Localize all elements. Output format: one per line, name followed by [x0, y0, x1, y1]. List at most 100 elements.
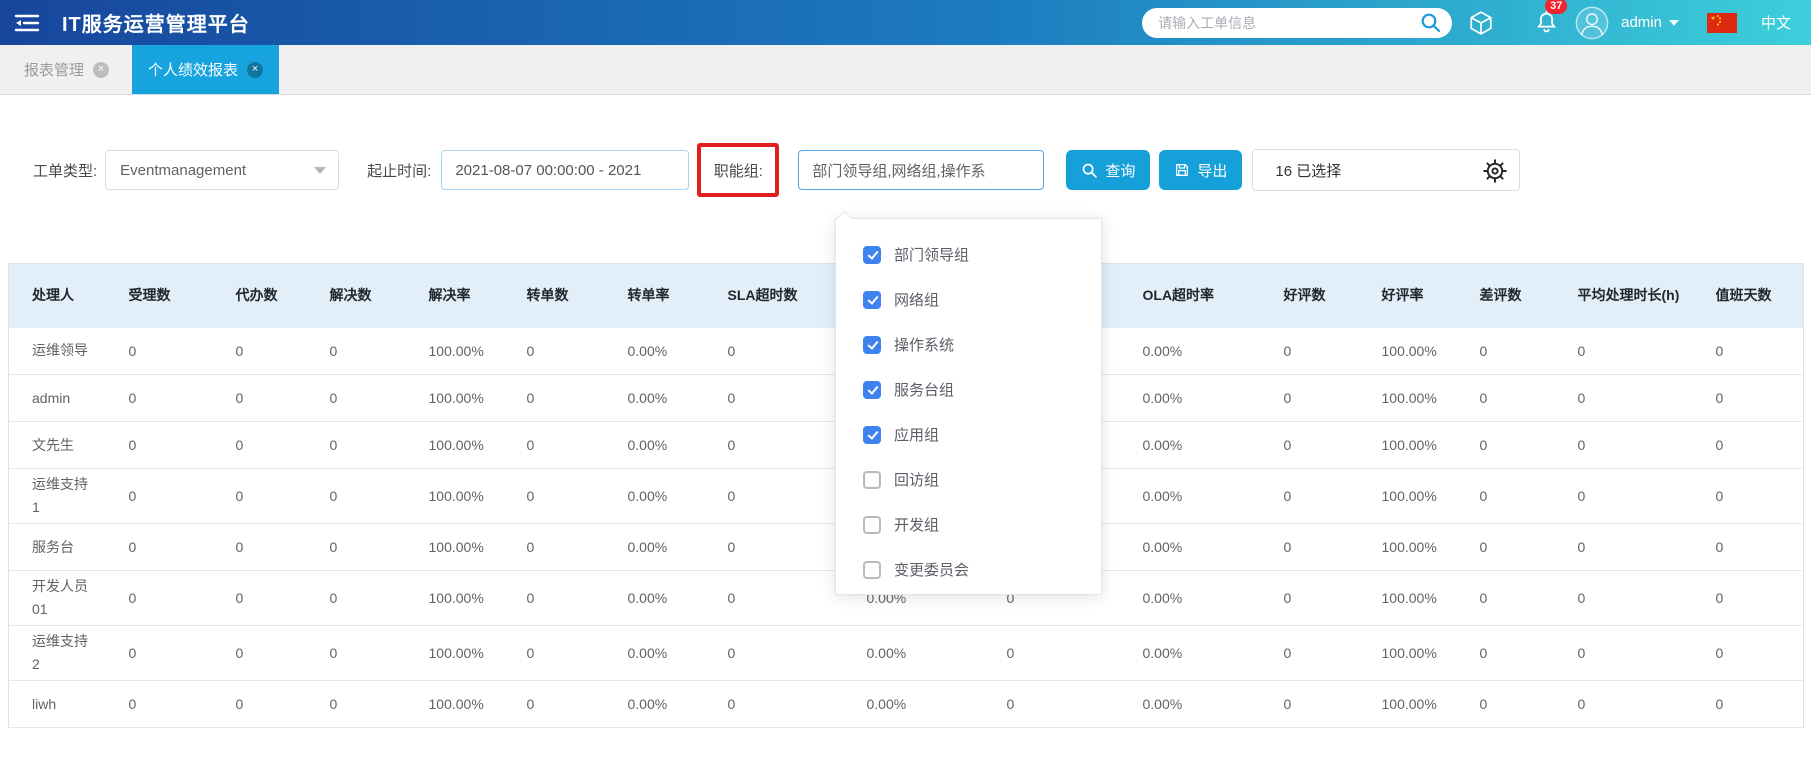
value-cell: 0 [1555, 524, 1693, 571]
value-cell: 0 [504, 626, 605, 681]
value-cell: 0.00% [844, 626, 984, 681]
value-cell: 0.00% [1120, 328, 1261, 375]
value-cell: 0 [705, 469, 844, 524]
language-switcher[interactable]: 中文 [1761, 12, 1791, 33]
value-cell: 0 [504, 681, 605, 728]
dropdown-option[interactable]: 开发组 [836, 502, 1101, 547]
value-cell: 0 [106, 422, 213, 469]
query-button[interactable]: 查询 [1066, 150, 1150, 190]
collapse-menu-icon[interactable] [14, 12, 40, 34]
value-cell: 0 [1457, 524, 1555, 571]
tab-personal-performance-report[interactable]: 个人绩效报表 × [132, 45, 279, 94]
value-cell: 0 [705, 571, 844, 626]
value-cell: 0 [1555, 422, 1693, 469]
app-title: IT服务运营管理平台 [62, 8, 250, 37]
value-cell: 0 [1261, 626, 1359, 681]
dropdown-option[interactable]: 应用组 [836, 412, 1101, 457]
checkbox-checked-icon[interactable] [863, 246, 881, 264]
column-header: 解决数 [307, 264, 406, 328]
value-cell: 0 [1457, 681, 1555, 728]
value-cell: 0 [705, 626, 844, 681]
export-button[interactable]: 导出 [1159, 150, 1242, 190]
value-cell: 100.00% [406, 681, 504, 728]
value-cell: 0 [307, 681, 406, 728]
checkbox-unchecked-icon[interactable] [863, 516, 881, 534]
checkbox-unchecked-icon[interactable] [863, 471, 881, 489]
dropdown-option[interactable]: 部门领导组 [836, 232, 1101, 277]
value-cell: 0 [1693, 626, 1804, 681]
dropdown-option[interactable]: 服务台组 [836, 367, 1101, 412]
dropdown-option[interactable]: 操作系统 [836, 322, 1101, 367]
tab-report-management[interactable]: 报表管理 × [8, 45, 125, 94]
date-range-label: 起止时间: [367, 160, 431, 181]
value-cell: 0 [1555, 469, 1693, 524]
value-cell: 0 [705, 375, 844, 422]
search-input[interactable] [1156, 14, 1408, 32]
value-cell: 0 [1457, 571, 1555, 626]
value-cell: 0 [984, 681, 1120, 728]
handler-name-cell: liwh [9, 681, 106, 728]
close-tab-icon[interactable]: × [93, 62, 109, 78]
checkbox-checked-icon[interactable] [863, 336, 881, 354]
search-icon[interactable] [1419, 11, 1443, 40]
dropdown-option-label: 变更委员会 [894, 559, 969, 580]
checkbox-checked-icon[interactable] [863, 426, 881, 444]
value-cell: 0 [705, 422, 844, 469]
value-cell: 0 [705, 681, 844, 728]
column-header: OLA超时率 [1120, 264, 1261, 328]
avatar-icon[interactable] [1575, 6, 1609, 40]
table-row: liwh000100.00%00.00%00.00%00.00%0100.00%… [9, 681, 1804, 728]
value-cell: 0 [1457, 375, 1555, 422]
value-cell: 100.00% [1359, 524, 1457, 571]
value-cell: 0 [705, 328, 844, 375]
checkbox-checked-icon[interactable] [863, 291, 881, 309]
value-cell: 0.00% [605, 328, 705, 375]
close-tab-icon[interactable]: × [247, 62, 263, 78]
value-cell: 100.00% [406, 328, 504, 375]
notification-badge: 37 [1545, 0, 1567, 14]
annotation-highlight-box: 职能组: [697, 143, 779, 197]
value-cell: 0 [307, 469, 406, 524]
value-cell: 0 [106, 571, 213, 626]
checkbox-checked-icon[interactable] [863, 381, 881, 399]
caret-down-icon [1669, 20, 1679, 26]
value-cell: 0 [1457, 469, 1555, 524]
ticket-type-value: Eventmanagement [120, 162, 246, 179]
dropdown-option[interactable]: 网络组 [836, 277, 1101, 322]
value-cell: 0.00% [1120, 681, 1261, 728]
ticket-type-select[interactable]: Eventmanagement [105, 150, 339, 190]
gear-icon[interactable] [1482, 158, 1508, 189]
column-selector[interactable]: 16 已选择 [1252, 149, 1520, 191]
username-menu[interactable]: admin [1621, 14, 1662, 31]
value-cell: 100.00% [406, 469, 504, 524]
notifications[interactable]: 37 [1534, 10, 1559, 35]
value-cell: 0 [1555, 681, 1693, 728]
value-cell: 0.00% [605, 422, 705, 469]
group-dropdown: 部门领导组网络组操作系统服务台组应用组回访组开发组变更委员会 [835, 218, 1102, 595]
tab-bar: 报表管理 × 个人绩效报表 × [0, 45, 1811, 95]
column-header: 平均处理时长(h) [1555, 264, 1693, 328]
column-header: 好评数 [1261, 264, 1359, 328]
cn-flag-icon[interactable] [1707, 13, 1737, 33]
value-cell: 100.00% [1359, 571, 1457, 626]
save-icon [1174, 162, 1190, 178]
value-cell: 0 [106, 375, 213, 422]
value-cell: 0 [1693, 681, 1804, 728]
checkbox-unchecked-icon[interactable] [863, 561, 881, 579]
value-cell: 0.00% [1120, 422, 1261, 469]
dropdown-option[interactable]: 变更委员会 [836, 547, 1101, 592]
value-cell: 0 [984, 626, 1120, 681]
value-cell: 100.00% [1359, 422, 1457, 469]
value-cell: 0.00% [605, 571, 705, 626]
value-cell: 0 [1457, 328, 1555, 375]
group-input[interactable] [798, 150, 1044, 190]
group-dropdown-list: 部门领导组网络组操作系统服务台组应用组回访组开发组变更委员会 [836, 232, 1101, 592]
value-cell: 100.00% [406, 626, 504, 681]
cube-icon[interactable] [1468, 10, 1494, 36]
value-cell: 100.00% [1359, 375, 1457, 422]
date-range-input[interactable] [441, 150, 689, 190]
dropdown-option[interactable]: 回访组 [836, 457, 1101, 502]
handler-name-cell: 运维领导 [9, 328, 106, 375]
value-cell: 0 [213, 626, 307, 681]
table-row: 运维支持2000100.00%00.00%00.00%00.00%0100.00… [9, 626, 1804, 681]
